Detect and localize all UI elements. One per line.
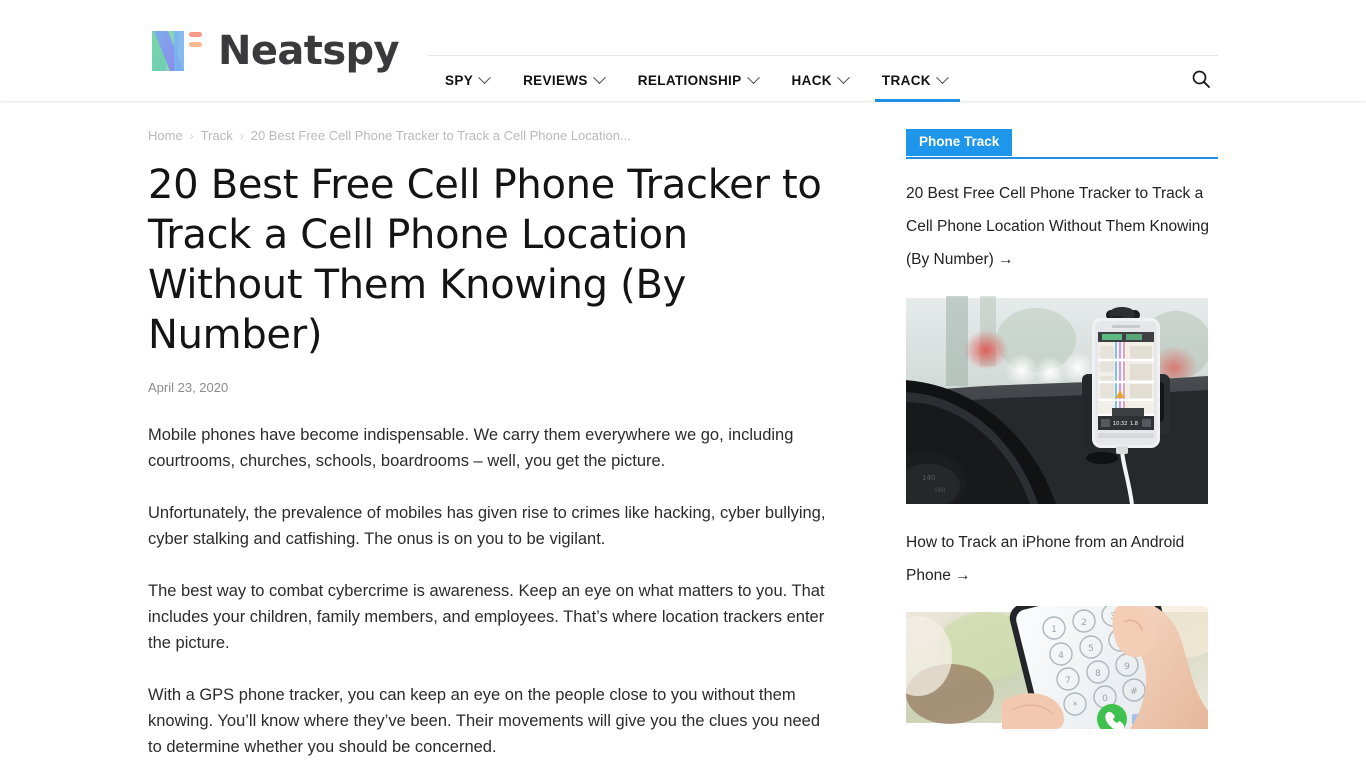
article-paragraph: Mobile phones have become indispensable.…: [148, 426, 794, 470]
svg-text:10:32: 10:32: [1113, 421, 1127, 427]
widget-title: Phone Track: [906, 129, 1013, 156]
svg-text:1.8: 1.8: [1130, 421, 1138, 427]
site-header: Neatspy SPY REVIEWS RELATIONSHIP HACK TR…: [0, 0, 1366, 102]
widget-phone-track: Phone Track 20 Best Free Cell Phone Trac…: [906, 129, 1218, 729]
article-paragraph: The best way to combat cybercrime is awa…: [148, 582, 825, 652]
nav-item-track[interactable]: TRACK: [865, 58, 964, 102]
svg-text:8: 8: [1095, 669, 1101, 679]
page-body: Home › Track › 20 Best Free Cell Phone T…: [0, 102, 1366, 768]
sidebar: Phone Track 20 Best Free Cell Phone Trac…: [906, 102, 1218, 768]
svg-text:*: *: [1073, 701, 1078, 711]
header-inner: Neatspy SPY REVIEWS RELATIONSHIP HACK TR…: [0, 0, 1366, 102]
svg-text:1: 1: [1051, 625, 1057, 635]
svg-text:4: 4: [1058, 651, 1064, 661]
nav-item-label: SPY: [445, 72, 474, 88]
nav-item-spy[interactable]: SPY: [428, 58, 506, 102]
breadcrumb-current: 20 Best Free Cell Phone Tracker to Track…: [250, 128, 631, 143]
post-date: April 23, 2020: [148, 380, 229, 395]
chevron-down-icon: [592, 70, 606, 84]
svg-text:0: 0: [1102, 694, 1108, 704]
breadcrumb-separator: ›: [189, 128, 194, 143]
nav-item-label: HACK: [791, 72, 832, 88]
breadcrumb-track[interactable]: Track: [201, 129, 233, 142]
content-row: Home › Track › 20 Best Free Cell Phone T…: [148, 102, 1218, 768]
site-logo-text: Neatspy: [218, 28, 400, 74]
breadcrumb: Home › Track › 20 Best Free Cell Phone T…: [148, 129, 848, 142]
hand-dialing-phone-photo: 123 456 789 *0#: [906, 606, 1208, 729]
breadcrumb-separator: ›: [239, 128, 244, 143]
nav-item-hack[interactable]: HACK: [775, 58, 865, 102]
main-navigation: SPY REVIEWS RELATIONSHIP HACK TRACK: [428, 58, 964, 102]
chevron-down-icon: [478, 70, 491, 84]
chevron-down-icon: [746, 70, 760, 84]
svg-text:#: #: [1130, 687, 1138, 697]
article-paragraph: With a GPS phone tracker, you can keep a…: [148, 686, 820, 756]
search-button[interactable]: [1184, 62, 1218, 96]
site-logo[interactable]: Neatspy: [148, 22, 400, 80]
car-dashboard-gps-photo: 140 160 10:32 1.8: [906, 290, 1208, 504]
sidebar-post-link-1[interactable]: 20 Best Free Cell Phone Tracker to Track…: [906, 177, 1218, 276]
svg-text:140: 140: [922, 474, 935, 482]
widget-header: Phone Track: [906, 129, 1218, 159]
sidebar-post-link-2[interactable]: How to Track an iPhone from an Android P…: [906, 526, 1218, 592]
search-icon: [1192, 70, 1210, 88]
nav-item-relationship[interactable]: RELATIONSHIP: [621, 58, 775, 102]
article-column: Home › Track › 20 Best Free Cell Phone T…: [148, 102, 848, 768]
svg-text:2: 2: [1081, 618, 1087, 628]
sidebar-thumbnail-2[interactable]: 123 456 789 *0#: [906, 606, 1208, 729]
nav-divider: [428, 55, 1218, 56]
article-body: Mobile phones have become indispensable.…: [148, 422, 848, 768]
svg-text:160: 160: [934, 487, 946, 494]
chevron-down-icon: [936, 70, 949, 84]
nav-item-reviews[interactable]: REVIEWS: [506, 58, 621, 102]
page-title: 20 Best Free Cell Phone Tracker to Track…: [148, 162, 822, 358]
svg-text:9: 9: [1124, 662, 1130, 672]
chevron-down-icon: [837, 70, 850, 84]
nav-item-label: RELATIONSHIP: [637, 72, 742, 88]
neatspy-n-mark-icon: [148, 25, 206, 77]
nav-item-label: REVIEWS: [523, 72, 588, 88]
svg-text:7: 7: [1065, 676, 1071, 686]
nav-item-label: TRACK: [881, 72, 931, 88]
breadcrumb-home[interactable]: Home: [148, 129, 183, 142]
sidebar-thumbnail-1[interactable]: 140 160 10:32 1.8: [906, 290, 1208, 504]
article-paragraph: Unfortunately, the prevalence of mobiles…: [148, 504, 826, 548]
svg-text:5: 5: [1088, 644, 1094, 654]
